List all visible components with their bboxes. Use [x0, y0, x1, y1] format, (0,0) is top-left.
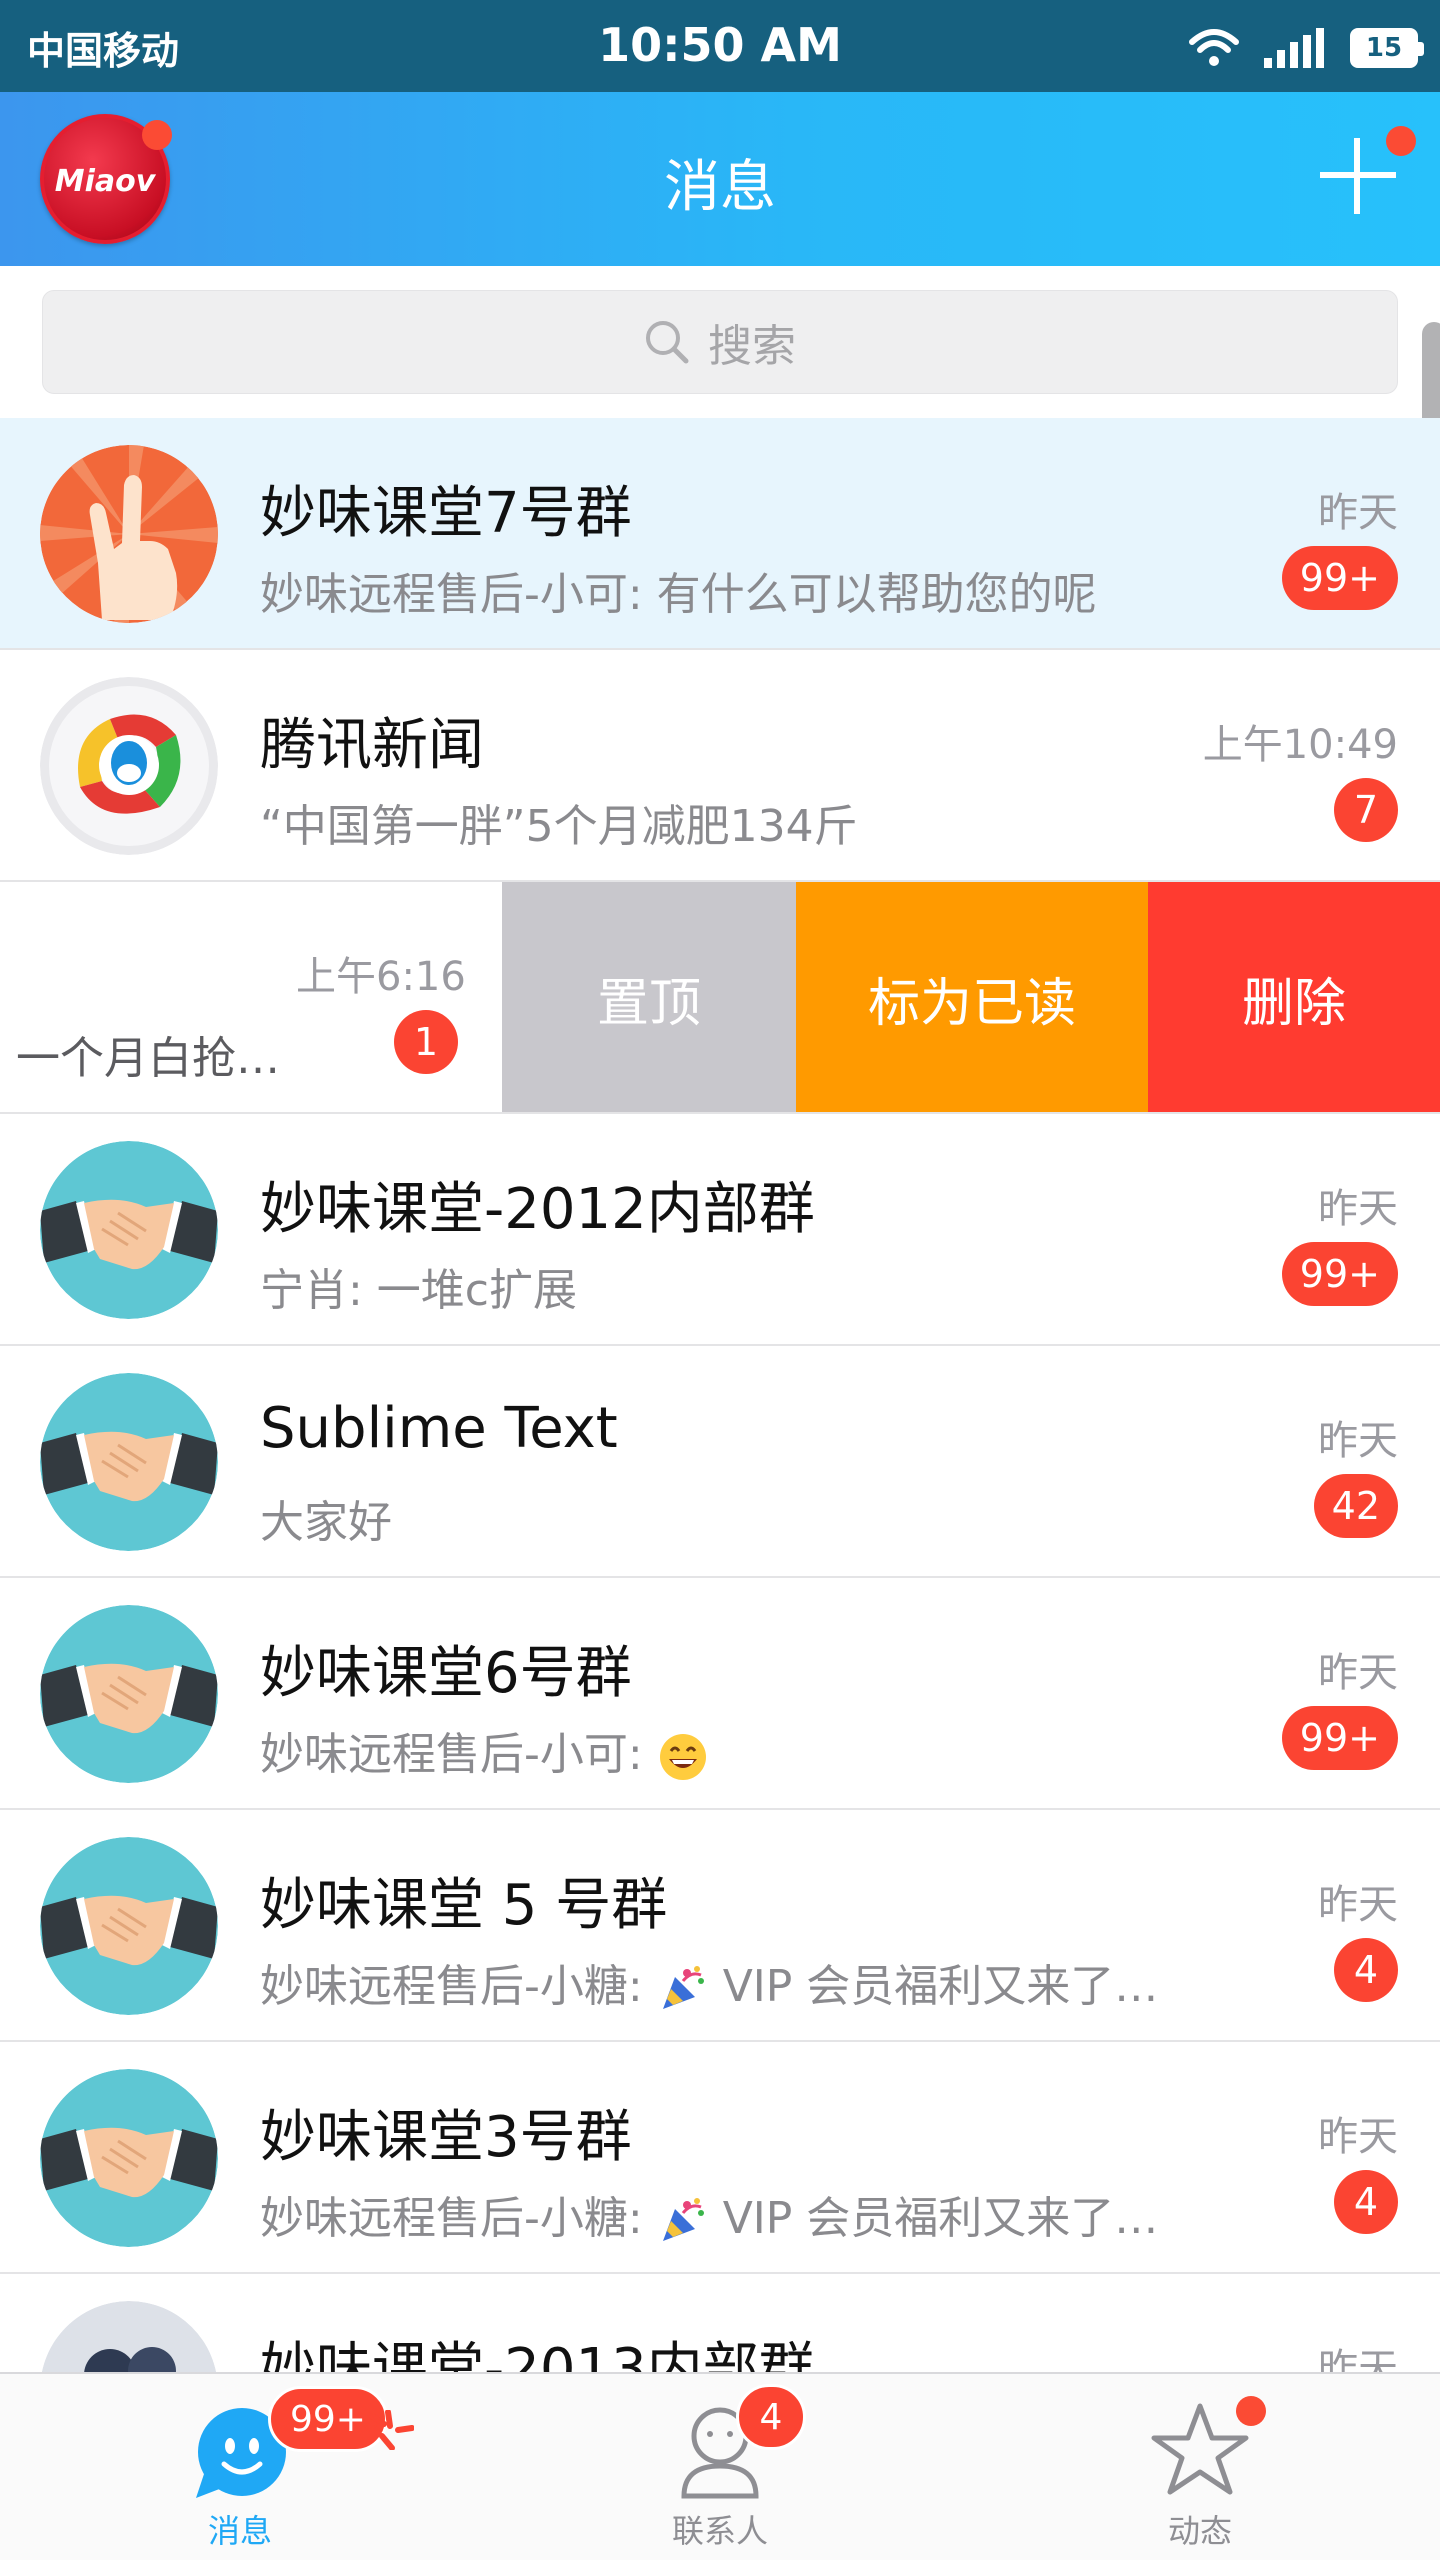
- swiped-conversation-content[interactable]: 上午6:16 一个月白抢… 1: [0, 882, 500, 1112]
- conversation-time: 昨天: [1318, 1186, 1398, 1232]
- conversation-name: 妙味课堂7号群: [260, 481, 632, 546]
- tab-moments[interactable]: 动态: [960, 2374, 1440, 2560]
- preview-text: 妙味远程售后-小可:: [260, 1729, 643, 1780]
- conversation-name: 妙味课堂-2012内部群: [260, 1177, 815, 1242]
- page-title: 消息: [664, 155, 776, 220]
- handshake-icon: [40, 1141, 218, 1319]
- conversation-time: 昨天: [1318, 1650, 1398, 1696]
- preview-text: 妙味远程售后-小糖:: [260, 1961, 643, 2012]
- unread-badge: 4: [1334, 1938, 1398, 2002]
- conversation-time: 昨天: [1318, 490, 1398, 536]
- unread-badge: 99+: [1281, 546, 1398, 610]
- unread-badge: 1: [394, 1010, 458, 1074]
- unread-badge: 42: [1313, 1474, 1398, 1538]
- wifi-icon: [1189, 29, 1239, 66]
- app-header: Miaov 消息: [0, 92, 1440, 266]
- search-area: 搜索: [0, 266, 1440, 418]
- add-notification-dot: [1386, 126, 1416, 156]
- tab-label: 动态: [1167, 2512, 1232, 2550]
- conversation-name: 妙味课堂6号群: [260, 1641, 632, 1706]
- tab-label: 消息: [207, 2512, 272, 2550]
- handshake-icon: [40, 1605, 218, 1783]
- signal-icon: [1264, 28, 1324, 68]
- handshake-icon: [40, 1837, 218, 2015]
- conversation-name: 妙味课堂3号群: [260, 2105, 632, 2170]
- conversation-preview: “中国第一胖”5个月减肥134斤: [260, 801, 858, 852]
- conversation-time: 昨天: [1318, 1882, 1398, 1928]
- group-avatar: [40, 1837, 218, 2015]
- tab-contacts[interactable]: 4 联系人: [480, 2374, 960, 2560]
- status-bar: 中国移动 10:50 AM 15: [0, 0, 1440, 92]
- notification-dot: [1236, 2396, 1266, 2426]
- conversation-name: 妙味课堂 5 号群: [260, 1873, 668, 1938]
- preview-text-tail: VIP 会员福利又来了…: [722, 1961, 1159, 2012]
- handshake-icon: [40, 1373, 218, 1551]
- grinning-emoji-icon: [659, 1734, 706, 1780]
- conversation-preview: 妙味远程售后-小可: 有什么可以帮助您的呢: [260, 569, 1097, 620]
- search-input[interactable]: 搜索: [42, 290, 1398, 394]
- pin-button[interactable]: 置顶: [502, 882, 796, 1112]
- conversation-time: 昨天: [1318, 1418, 1398, 1464]
- unread-badge: 99+: [1281, 1706, 1398, 1770]
- drag-splash-icon: [369, 2410, 414, 2450]
- conversation-preview: 大家好: [260, 1497, 392, 1548]
- group-avatar: [40, 1605, 218, 1783]
- conversation-time: 上午10:49: [1202, 722, 1398, 768]
- conversation-preview: 妙味远程售后-小糖: VIP 会员福利又来了…: [260, 1950, 1260, 2015]
- delete-button[interactable]: 删除: [1148, 882, 1440, 1112]
- unread-badge: 99+: [1281, 1242, 1398, 1306]
- handshake-icon: [40, 2069, 218, 2247]
- conversation-row[interactable]: 妙味课堂6号群 妙味远程售后-小可: 昨天 99+: [0, 1578, 1440, 1810]
- conversation-row[interactable]: 妙味课堂-2012内部群 宁肖: 一堆c扩展 昨天 99+: [0, 1114, 1440, 1346]
- conversation-preview: 妙味远程售后-小可:: [260, 1718, 1260, 1783]
- conversation-row-swiped[interactable]: 上午6:16 一个月白抢… 1 置顶 标为已读 删除: [0, 882, 1440, 1114]
- status-icons: 15: [1188, 24, 1424, 72]
- conversation-row[interactable]: 妙味课堂 5 号群 妙味远程售后-小糖: VIP 会员福利又来了… 昨天 4: [0, 1810, 1440, 2042]
- tab-messages[interactable]: 99+ 消息: [0, 2374, 480, 2560]
- group-avatar: [40, 445, 218, 623]
- group-avatar: [40, 2069, 218, 2247]
- rock-hand-icon: [40, 445, 218, 623]
- search-icon: [646, 321, 689, 364]
- star-icon: [1151, 2403, 1249, 2495]
- search-placeholder: 搜索: [708, 321, 796, 372]
- preview-text: 妙味远程售后-小糖:: [260, 2193, 643, 2244]
- mark-read-button[interactable]: 标为已读: [796, 882, 1148, 1112]
- conversation-name: 腾讯新闻: [260, 713, 484, 778]
- conversation-row[interactable]: Sublime Text 大家好 昨天 42: [0, 1346, 1440, 1578]
- tab-bar: 99+ 消息 4 联系人 动态: [0, 2372, 1440, 2560]
- group-avatar: [40, 1373, 218, 1551]
- conversation-preview: 宁肖: 一堆c扩展: [260, 1265, 578, 1316]
- unread-badge: 7: [1334, 778, 1398, 842]
- tab-label: 联系人: [671, 2512, 768, 2550]
- conversation-row[interactable]: 妙味课堂3号群 妙味远程售后-小糖: VIP 会员福利又来了… 昨天 4: [0, 2042, 1440, 2274]
- conversation-preview: 一个月白抢…: [16, 1033, 280, 1084]
- conversation-name: Sublime Text: [260, 1396, 618, 1461]
- tencent-news-icon: [40, 677, 218, 855]
- news-avatar: [40, 677, 218, 855]
- party-popper-icon: [662, 1966, 704, 2009]
- tab-badge: 4: [736, 2384, 806, 2450]
- conversation-row[interactable]: 腾讯新闻 “中国第一胖”5个月减肥134斤 上午10:49 7: [0, 650, 1440, 882]
- conversation-time: 上午6:16: [296, 954, 466, 1000]
- conversation-row[interactable]: 妙味课堂7号群 妙味远程售后-小可: 有什么可以帮助您的呢 昨天 99+: [0, 418, 1440, 650]
- battery-icon: 15: [1350, 28, 1424, 68]
- group-avatar: [40, 1141, 218, 1319]
- conversation-time: 昨天: [1318, 2114, 1398, 2160]
- party-popper-icon: [662, 2198, 704, 2241]
- unread-badge: 4: [1334, 2170, 1398, 2234]
- conversation-preview: 妙味远程售后-小糖: VIP 会员福利又来了…: [260, 2182, 1260, 2247]
- preview-text-tail: VIP 会员福利又来了…: [722, 2193, 1159, 2244]
